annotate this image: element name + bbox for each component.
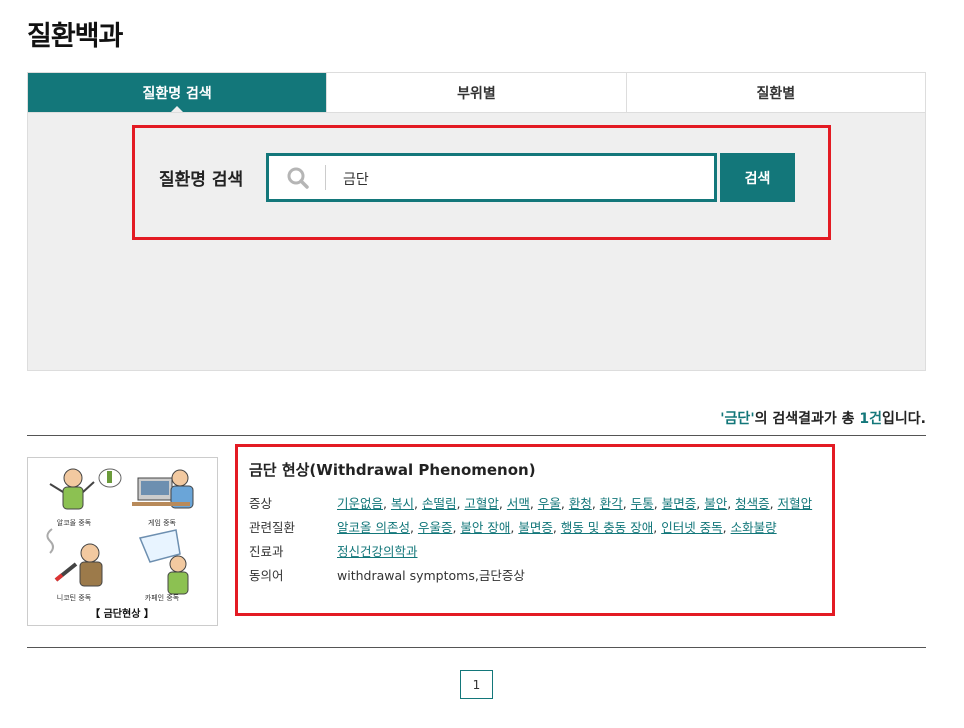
- nicotine-figure-icon: [46, 528, 103, 587]
- list-separator: ,: [653, 496, 662, 511]
- keyword-link[interactable]: 두통: [631, 496, 654, 511]
- illustration-caption: 【 금단현상 】: [90, 607, 154, 620]
- search-input-value[interactable]: 금단: [343, 169, 369, 189]
- result-top-divider: [27, 435, 926, 436]
- keyword-link[interactable]: 고혈압: [464, 496, 499, 511]
- result-title[interactable]: 금단 현상(Withdrawal Phenomenon): [249, 459, 536, 480]
- alcohol-figure-icon: [49, 468, 122, 510]
- keyword-link[interactable]: 우울증: [418, 520, 453, 535]
- list-separator: ,: [413, 496, 422, 511]
- category-tabs: 질환명 검색 부위별 질환별: [27, 72, 926, 113]
- synonym-value: withdrawal symptoms,금단증상: [337, 568, 525, 583]
- page-title: 질환백과: [27, 21, 123, 52]
- department-label: 진료과: [249, 544, 284, 559]
- list-separator: ,: [383, 496, 391, 511]
- list-separator: ,: [727, 496, 736, 511]
- keyword-link[interactable]: 손떨림: [422, 496, 457, 511]
- list-separator: ,: [560, 496, 569, 511]
- search-input[interactable]: 금단: [266, 153, 717, 202]
- tab-disease-name-search[interactable]: 질환명 검색: [28, 73, 327, 113]
- keyword-link[interactable]: 알코올 의존성: [337, 520, 410, 535]
- keyword-link[interactable]: 저혈압: [778, 496, 813, 511]
- related-diseases-label: 관련질환: [249, 520, 296, 535]
- list-separator: ,: [696, 496, 705, 511]
- list-separator: ,: [498, 496, 507, 511]
- keyword-link[interactable]: 불안: [704, 496, 727, 511]
- list-separator: ,: [769, 496, 778, 511]
- keyword-link[interactable]: 우울: [538, 496, 561, 511]
- symptoms-links: 기운없음, 복시, 손떨림, 고혈압, 서맥, 우울, 환청, 환각, 두통, …: [337, 493, 812, 512]
- illustration-panel-label: 카페인 중독: [145, 593, 180, 602]
- keyword-link[interactable]: 인터넷 중독: [661, 520, 722, 535]
- keyword-link[interactable]: 불안 장애: [460, 520, 510, 535]
- result-summary-count: 1건: [859, 411, 883, 427]
- list-separator: ,: [529, 496, 538, 511]
- illustration-panel-label: 게임 중독: [148, 518, 177, 527]
- keyword-link[interactable]: 환각: [600, 496, 623, 511]
- keyword-link[interactable]: 기운없음: [337, 496, 383, 511]
- search-icon: [287, 167, 309, 189]
- list-separator: ,: [722, 520, 731, 535]
- withdrawal-illustration: 알코올 중독 게임 중독 니코틴 중독 카페인 중독 【 금단현상 】: [46, 468, 194, 620]
- list-separator: ,: [653, 520, 662, 535]
- list-separator: ,: [622, 496, 631, 511]
- symptoms-label: 증상: [249, 496, 273, 511]
- illustration-panel-label: 알코올 중독: [57, 518, 92, 527]
- related-diseases-links: 알코올 의존성, 우울증, 불안 장애, 불면증, 행동 및 충동 장애, 인터…: [337, 517, 777, 536]
- department-link[interactable]: 정신건강의학과: [337, 544, 418, 559]
- result-summary-text: 의 검색결과가 총: [754, 411, 860, 427]
- list-separator: ,: [591, 496, 600, 511]
- result-summary-end: 입니다.: [882, 411, 926, 427]
- tab-by-disease[interactable]: 질환별: [625, 73, 925, 112]
- result-thumbnail[interactable]: 알코올 중독 게임 중독 니코틴 중독 카페인 중독 【 금단현상 】: [27, 457, 218, 626]
- keyword-link[interactable]: 행동 및 충동 장애: [561, 520, 653, 535]
- keyword-link[interactable]: 불면증: [662, 496, 697, 511]
- list-separator: ,: [552, 520, 561, 535]
- keyword-link[interactable]: 불면증: [518, 520, 553, 535]
- caffeine-figure-icon: [138, 529, 189, 595]
- search-button[interactable]: 검색: [720, 153, 795, 202]
- result-summary: '금단'의 검색결과가 총 1건입니다.: [720, 408, 926, 428]
- keyword-link[interactable]: 청색증: [735, 496, 770, 511]
- search-divider: [325, 165, 326, 190]
- illustration-panel-label: 니코틴 중독: [57, 593, 92, 602]
- result-bottom-divider: [27, 647, 926, 648]
- keyword-link[interactable]: 복시: [391, 496, 414, 511]
- keyword-link[interactable]: 소화불량: [731, 520, 777, 535]
- game-figure-icon: [132, 469, 194, 509]
- keyword-link[interactable]: 환청: [569, 496, 592, 511]
- search-label: 질환명 검색: [159, 170, 244, 190]
- tab-by-body-part[interactable]: 부위별: [326, 73, 626, 112]
- result-summary-keyword: 금단: [724, 411, 751, 427]
- keyword-link[interactable]: 서맥: [507, 496, 530, 511]
- pagination-page-1[interactable]: 1: [460, 670, 493, 699]
- synonym-label: 동의어: [249, 568, 284, 583]
- list-separator: ,: [409, 520, 418, 535]
